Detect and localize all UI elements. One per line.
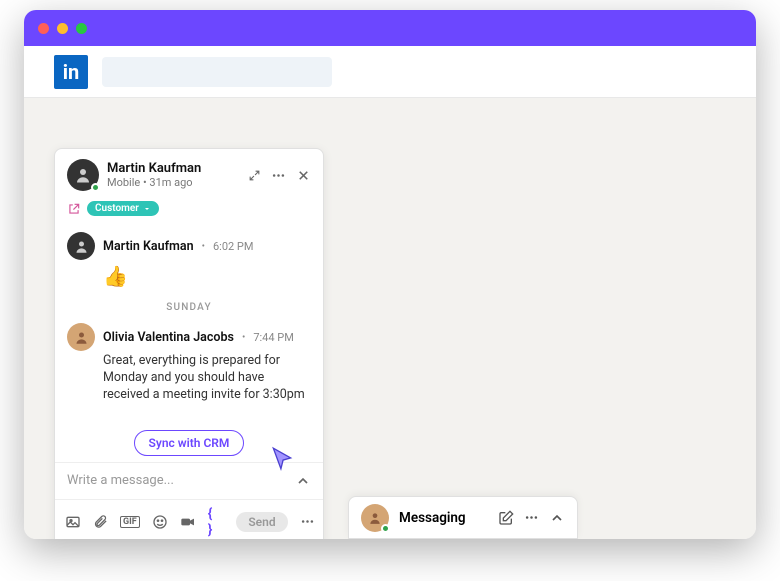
traffic-lights <box>38 23 87 34</box>
message-input[interactable]: Write a message... <box>67 473 295 488</box>
gif-icon[interactable]: GIF <box>120 516 140 528</box>
message-text: Great, everything is prepared for Monday… <box>103 353 311 404</box>
badge-row: Customer <box>55 199 323 224</box>
titlebar <box>24 10 756 46</box>
contact-name: Martin Kaufman <box>107 161 240 177</box>
chevron-up-icon[interactable] <box>549 510 565 526</box>
contact-status: Mobile • 31m ago <box>107 176 240 189</box>
message-author: Martin Kaufman <box>103 239 194 254</box>
message: Martin Kaufman • 6:02 PM 👍 <box>55 224 323 296</box>
cursor-pointer-icon <box>269 446 295 472</box>
send-button[interactable]: Send <box>236 512 287 532</box>
chat-header: Martin Kaufman Mobile • 31m ago <box>55 149 323 199</box>
search-input[interactable] <box>102 57 332 87</box>
messaging-bar[interactable]: Messaging <box>348 496 578 539</box>
day-divider: SUNDAY <box>55 296 323 315</box>
minimize-window-icon[interactable] <box>57 23 68 34</box>
expand-icon[interactable] <box>248 169 261 182</box>
message-time: 7:44 PM <box>253 331 293 344</box>
message-time: 6:02 PM <box>213 240 253 253</box>
more-options-icon[interactable] <box>524 510 539 525</box>
avatar[interactable] <box>67 323 95 351</box>
separator: • <box>202 241 205 252</box>
template-icon[interactable]: { } <box>208 506 213 538</box>
close-icon[interactable] <box>296 168 311 183</box>
thumbs-up-reaction[interactable]: 👍 <box>103 264 311 288</box>
avatar[interactable] <box>361 504 389 532</box>
chevron-up-icon[interactable] <box>295 473 311 489</box>
message-author: Olivia Valentina Jacobs <box>103 330 234 345</box>
linkedin-logo[interactable]: in <box>54 55 88 89</box>
emoji-icon[interactable] <box>152 514 168 530</box>
compose-new-icon[interactable] <box>498 510 514 526</box>
more-options-icon[interactable] <box>300 514 315 529</box>
avatar[interactable] <box>67 232 95 260</box>
video-icon[interactable] <box>180 514 196 530</box>
sync-crm-button[interactable]: Sync with CRM <box>134 430 245 456</box>
sync-section: Sync with CRM <box>55 412 323 462</box>
maximize-window-icon[interactable] <box>76 23 87 34</box>
customer-badge[interactable]: Customer <box>87 201 159 216</box>
site-header: in <box>24 46 756 98</box>
close-window-icon[interactable] <box>38 23 49 34</box>
page-body: Martin Kaufman Mobile • 31m ago <box>24 98 756 539</box>
external-link-icon[interactable] <box>67 202 81 216</box>
presence-indicator <box>91 183 100 192</box>
avatar[interactable] <box>67 159 99 191</box>
chat-panel: Martin Kaufman Mobile • 31m ago <box>54 148 324 539</box>
message: Olivia Valentina Jacobs • 7:44 PM Great,… <box>55 315 323 412</box>
messaging-title: Messaging <box>399 510 488 526</box>
more-options-icon[interactable] <box>271 168 286 183</box>
presence-indicator <box>381 524 390 533</box>
separator: • <box>242 332 245 343</box>
app-window: in Martin Kaufman Mobile • 31m ago <box>24 10 756 539</box>
image-icon[interactable] <box>65 514 81 530</box>
attachment-icon[interactable] <box>93 514 108 529</box>
compose-toolbar: GIF { } Send <box>55 499 323 539</box>
